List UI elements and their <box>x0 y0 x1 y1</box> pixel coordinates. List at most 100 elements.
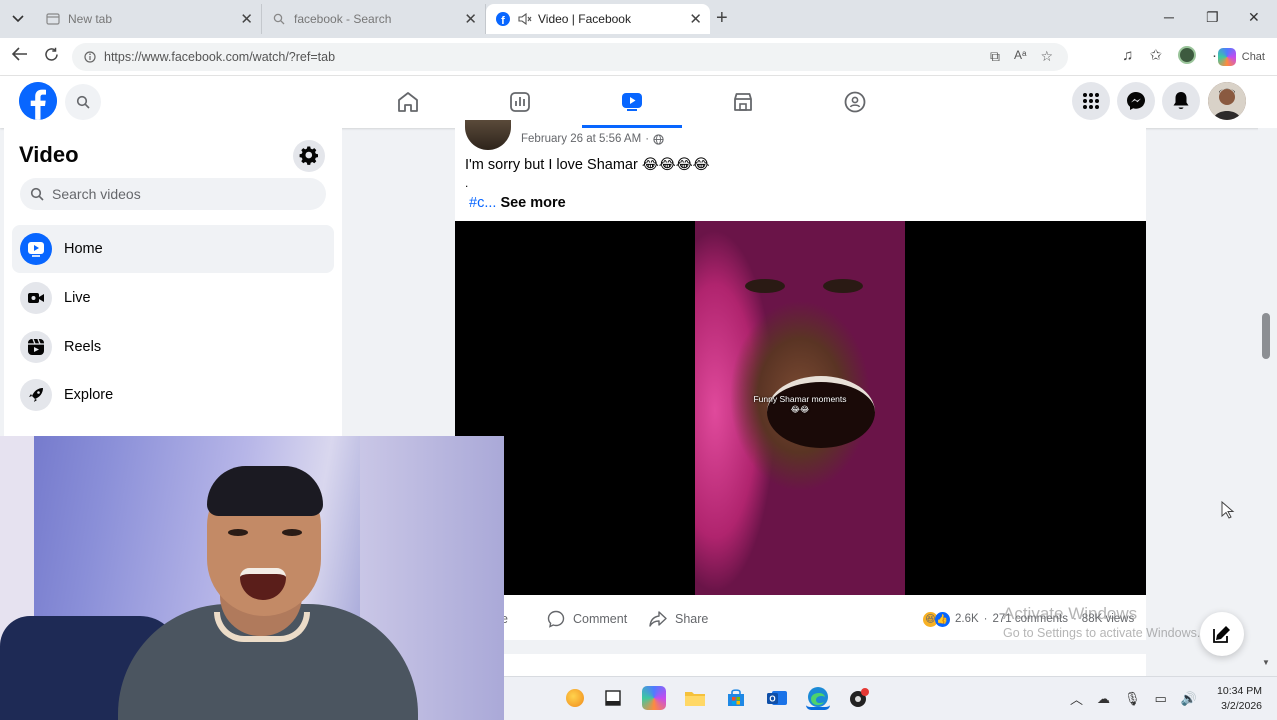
new-tab-button[interactable]: + <box>716 8 728 28</box>
clock-date: 3/2/2026 <box>1221 700 1262 712</box>
copilot-icon <box>1217 48 1236 66</box>
sidebar-item-reels[interactable]: Reels <box>12 323 334 371</box>
scroll-down-arrow-icon[interactable]: ▼ <box>1262 658 1270 667</box>
meta-separator: · <box>645 133 650 145</box>
video-caption-emoji: 😂😂 <box>790 405 810 414</box>
sidebar-item-live[interactable]: Live <box>12 274 334 322</box>
page-title: Video <box>19 142 79 167</box>
sidebar-item-label: Explore <box>64 387 114 403</box>
nav-groups[interactable] <box>805 76 905 128</box>
post-text-dot: . <box>465 176 469 190</box>
post-tag-line: #c... See more <box>469 195 566 211</box>
like-reaction-icon: 👍 <box>935 611 950 627</box>
avatar <box>1208 82 1246 120</box>
tab-title: facebook - Search <box>294 12 392 26</box>
stats-separator: · <box>983 613 988 625</box>
comment-button[interactable]: Comment <box>547 610 627 628</box>
nav-video[interactable] <box>582 76 682 128</box>
nav-marketplace[interactable] <box>693 76 793 128</box>
close-tab-icon[interactable]: ✕ <box>240 10 253 28</box>
messenger-button[interactable] <box>1117 82 1155 120</box>
back-arrow-icon[interactable] <box>11 47 28 66</box>
taskbar-clock[interactable]: 10:34 PM 3/2/2026 <box>1206 684 1262 714</box>
widgets-icon[interactable] <box>566 689 584 707</box>
comment-label: Comment <box>573 612 628 626</box>
marketplace-icon <box>734 93 752 111</box>
search-videos-input[interactable] <box>52 186 312 202</box>
favorite-star-icon[interactable]: ☆ <box>1040 48 1053 65</box>
webcam-overlay <box>0 436 504 720</box>
edge-browser-icon[interactable] <box>806 686 830 710</box>
facebook-logo[interactable] <box>19 82 57 120</box>
scrollbar-thumb[interactable] <box>1262 313 1270 359</box>
gear-icon <box>299 146 318 165</box>
chevron-down-icon <box>12 15 24 23</box>
speaker-muted-icon[interactable] <box>518 12 532 26</box>
close-tab-icon[interactable]: ✕ <box>689 10 702 28</box>
extensions-icon[interactable]: ♫ <box>1122 47 1133 64</box>
webcam-person-eye <box>282 529 302 536</box>
video-frame: Funny Shamar moments 😂😂 <box>695 221 905 595</box>
url-text: https://www.facebook.com/watch/?ref=tab <box>104 50 336 64</box>
reels-icon <box>20 331 52 363</box>
nav-home[interactable] <box>358 76 458 128</box>
page-scrollbar[interactable] <box>1258 128 1277 676</box>
copilot-label: Chat <box>1241 51 1265 63</box>
tray-overflow-chevron-icon[interactable]: ︿ <box>1070 689 1083 708</box>
file-viewer-icon[interactable] <box>601 686 625 710</box>
account-avatar[interactable] <box>1208 82 1246 120</box>
favorites-icon[interactable]: ✩ <box>1149 46 1162 64</box>
groups-icon <box>844 91 866 113</box>
outlook-icon[interactable]: O <box>765 686 789 710</box>
browser-tab-active[interactable]: f Video | Facebook ✕ <box>486 4 710 34</box>
video-face-eye <box>745 279 785 293</box>
profile-avatar[interactable] <box>1178 46 1196 64</box>
url-field[interactable]: https://www.facebook.com/watch/?ref=tab <box>72 43 1068 71</box>
sidebar-item-home[interactable]: Home <box>12 225 334 273</box>
browser-tab[interactable]: facebook - Search ✕ <box>262 4 486 34</box>
close-tab-icon[interactable]: ✕ <box>464 10 477 28</box>
video-settings-button[interactable] <box>293 140 325 172</box>
share-button[interactable]: Share <box>649 611 708 627</box>
copilot-taskbar-icon[interactable] <box>642 686 666 710</box>
tab-actions-menu[interactable] <box>6 8 30 30</box>
close-window-icon[interactable]: ✕ <box>1248 9 1260 26</box>
menu-button[interactable] <box>1072 82 1110 120</box>
copilot-button[interactable]: Chat <box>1217 48 1265 66</box>
facebook-header <box>0 76 1277 128</box>
bell-icon <box>1173 92 1189 109</box>
post-timestamp[interactable]: February 26 at 5:56 AM <box>521 133 641 145</box>
site-info-icon[interactable] <box>84 51 96 63</box>
share-icon <box>649 611 667 627</box>
refresh-icon[interactable] <box>44 47 59 67</box>
read-aloud-icon[interactable]: Aᵃ <box>1014 48 1026 65</box>
store-icon[interactable] <box>724 686 748 710</box>
browser-tab[interactable]: New tab ✕ <box>36 4 262 34</box>
search-videos-field[interactable] <box>20 178 326 210</box>
browser-tab-strip: New tab ✕ facebook - Search ✕ f Video | … <box>0 0 1277 38</box>
volume-icon[interactable]: 🔊 <box>1181 691 1197 707</box>
hashtag-link[interactable]: #c... <box>469 195 496 211</box>
address-bar-row: https://www.facebook.com/watch/?ref=tab … <box>0 38 1277 76</box>
app-notification-icon[interactable] <box>847 686 871 710</box>
rocket-icon <box>20 379 52 411</box>
new-message-button[interactable] <box>1200 612 1244 656</box>
display-icon[interactable]: ▭ <box>1155 691 1167 707</box>
reaction-count: 2.6K <box>955 613 979 625</box>
restore-icon[interactable]: ❐ <box>1206 9 1219 26</box>
facebook-favicon-icon: f <box>496 12 510 26</box>
file-explorer-icon[interactable] <box>683 686 707 710</box>
microphone-icon[interactable]: 🎙 <box>1124 691 1141 707</box>
see-more-link[interactable]: See more <box>500 195 565 211</box>
video-player[interactable]: Funny Shamar moments 😂😂 <box>455 221 1146 595</box>
notifications-button[interactable] <box>1162 82 1200 120</box>
minimize-icon[interactable]: ─ <box>1164 9 1174 25</box>
webcam-person-hair <box>207 466 323 516</box>
open-in-app-icon[interactable]: ⧉ <box>990 48 1000 65</box>
facebook-search-button[interactable] <box>65 84 101 120</box>
author-avatar[interactable] <box>465 120 511 150</box>
play-icon <box>20 233 52 265</box>
sidebar-item-explore[interactable]: Explore <box>12 371 334 419</box>
compose-icon <box>1213 626 1230 643</box>
onedrive-icon[interactable]: ☁ <box>1097 691 1110 707</box>
